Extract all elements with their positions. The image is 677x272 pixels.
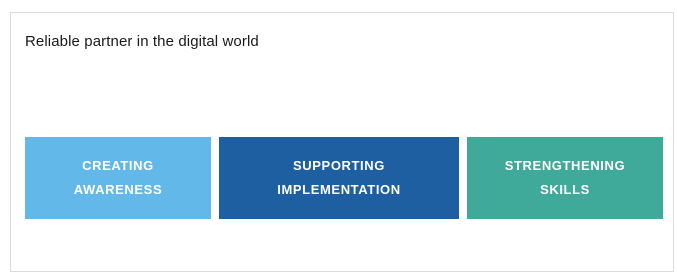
tile-creating-awareness[interactable]: CREATING AWARENESS: [25, 137, 211, 219]
tile-strengthening-skills[interactable]: STRENGTHENING SKILLS: [467, 137, 663, 219]
tile-label: SUPPORTING IMPLEMENTATION: [277, 158, 401, 197]
tile-supporting-implementation[interactable]: SUPPORTING IMPLEMENTATION: [219, 137, 459, 219]
tile-label: CREATING AWARENESS: [73, 158, 163, 197]
card-heading: Reliable partner in the digital world: [25, 33, 259, 50]
tile-label: STRENGTHENING SKILLS: [504, 158, 626, 197]
content-card: Reliable partner in the digital world CR…: [10, 12, 674, 272]
